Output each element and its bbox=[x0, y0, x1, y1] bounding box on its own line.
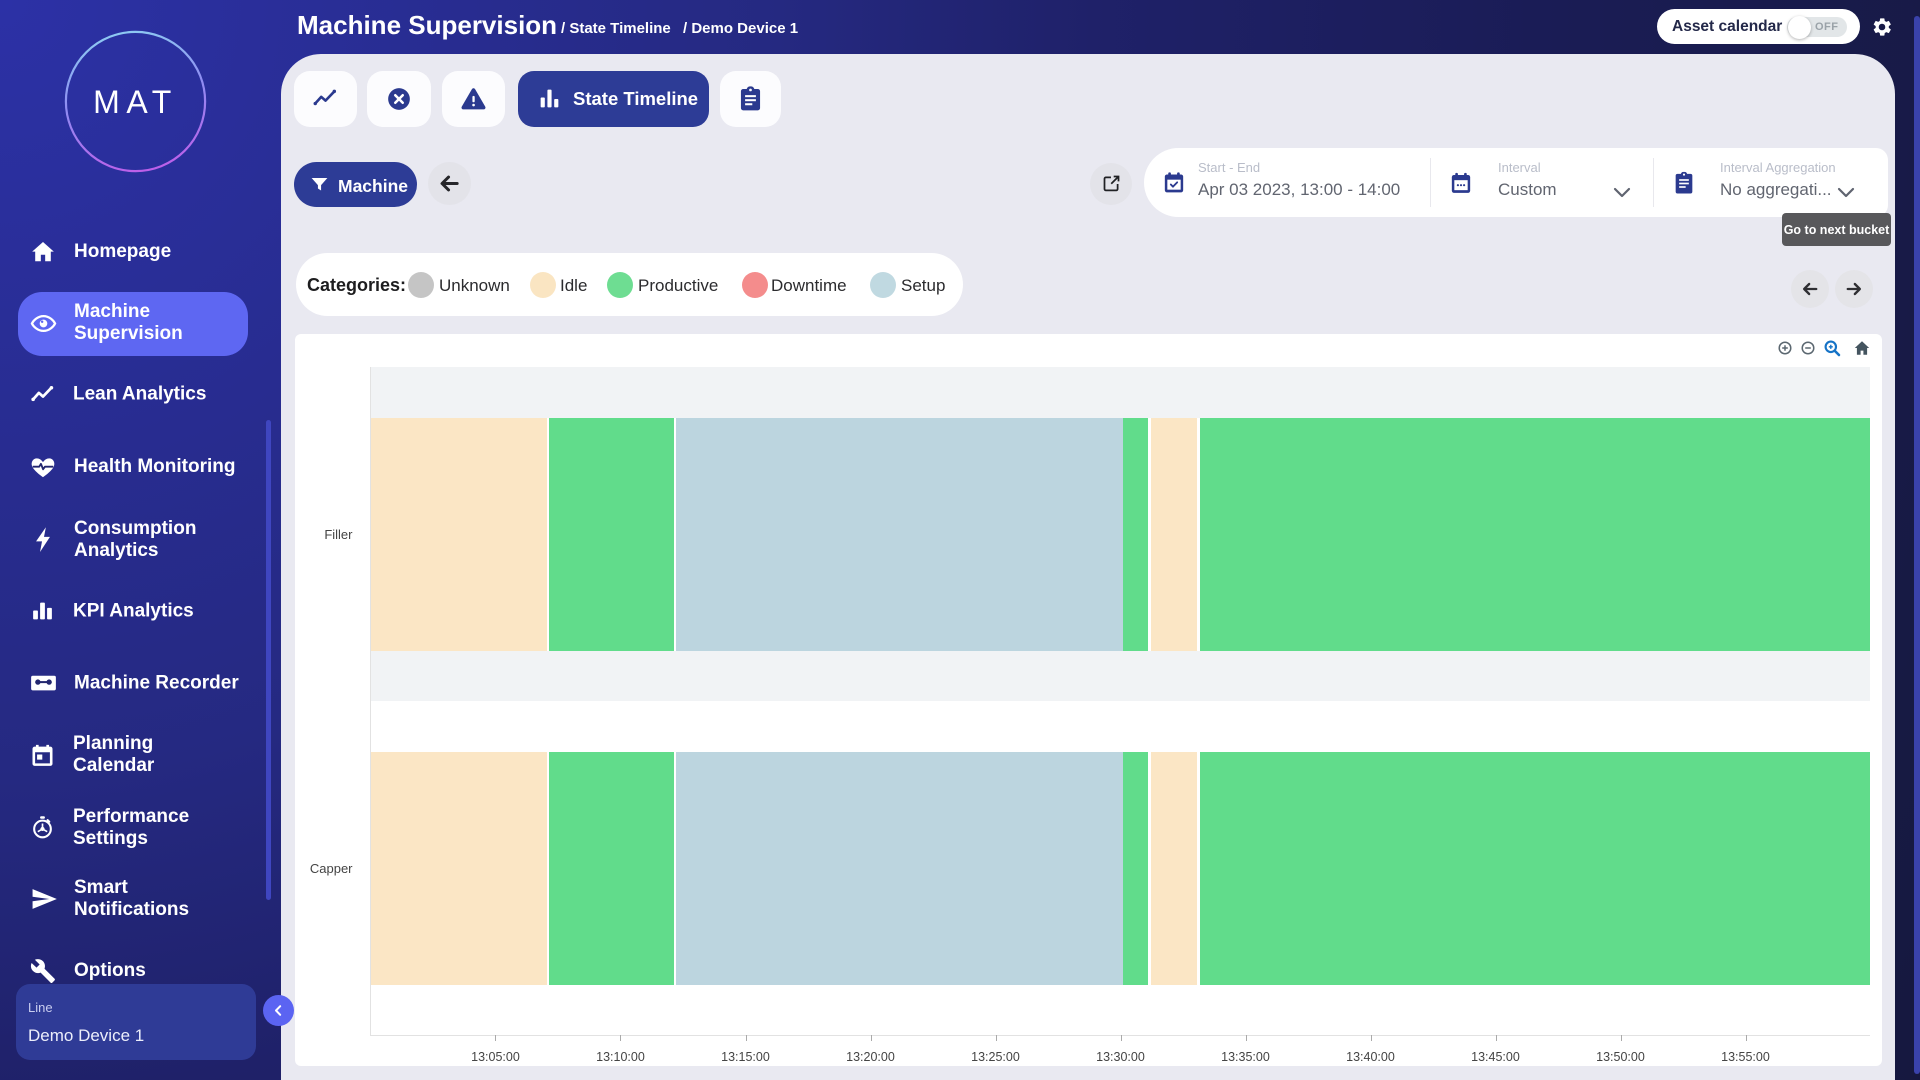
svg-text:MAT: MAT bbox=[93, 84, 178, 120]
